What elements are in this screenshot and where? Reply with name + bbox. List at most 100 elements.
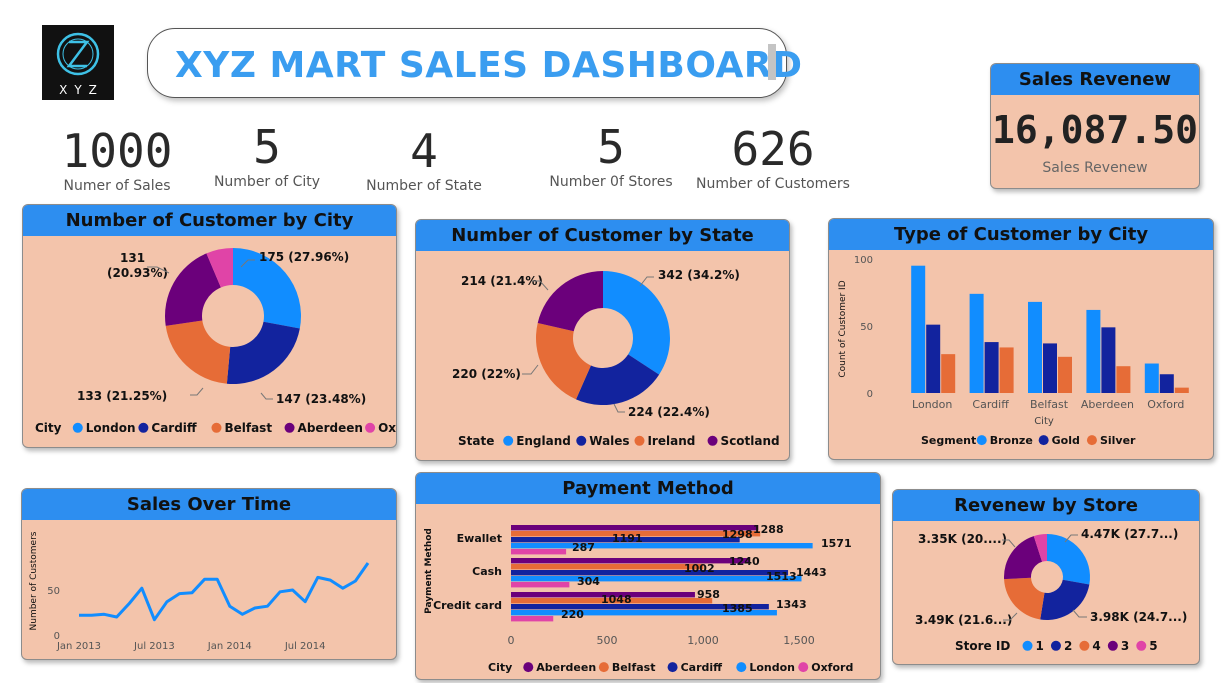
bar-silver (1058, 356, 1072, 393)
bar-bronze (911, 265, 926, 393)
legend-item: Wales (589, 434, 629, 448)
x-tick-label: Jul 2013 (133, 641, 175, 652)
data-label: 214 (21.4%) (461, 274, 543, 288)
state-donut-slice (603, 271, 670, 375)
legend-marker (1107, 640, 1118, 651)
bar-london (511, 543, 813, 549)
y-axis-title: Number of Customers (29, 531, 39, 630)
data-label: 133 (21.25%) (77, 389, 167, 403)
y-tick-label: 50 (47, 586, 60, 597)
legend-item: Bronze (990, 434, 1033, 447)
customer-type-by-city-chart: Count of Customer ID 0 50 100 London Cardiff B… (838, 255, 1189, 447)
legend-marker (667, 662, 678, 673)
legend-marker (1079, 640, 1090, 651)
bar-silver (1174, 387, 1189, 393)
store-donut-slice (1040, 579, 1090, 620)
legend-marker (736, 662, 747, 673)
legend-item: Belfast (224, 421, 272, 435)
dashboard-title: XYZ MART SALES DASHBOARD (175, 45, 803, 86)
data-label: 131 (120, 251, 145, 265)
legend-marker (634, 435, 645, 446)
kpi-number-of-stores: 5 Number 0f Stores (545, 124, 677, 190)
sales-over-time-chart: Number of Customers050Jan 2013 Jul 2013 Ja… (29, 531, 370, 652)
legend-item: Ireland (647, 434, 695, 448)
kpi-value: 1000 (61, 124, 173, 178)
x-tick-label: 1,500 (783, 634, 815, 647)
x-tick-label: Oxford (1147, 398, 1184, 411)
data-label: 1288 (753, 523, 784, 536)
x-tick-label: London (912, 398, 952, 411)
legend-marker (598, 662, 609, 673)
card-header: Sales Revenew (991, 64, 1199, 95)
payment-method-chart: Payment Method EwalletCashCredit card1288… (424, 523, 853, 674)
bar-gold (926, 324, 941, 393)
legend-title: State (458, 434, 494, 448)
legend-marker (1050, 640, 1061, 651)
data-label: 175 (27.96%) (259, 250, 349, 264)
data-label: 1298 (722, 528, 753, 541)
kpi-label: Number of Customers (696, 176, 850, 192)
sales-revenue-value: 16,087.50 (992, 108, 1198, 152)
kpi-value: 626 (731, 122, 815, 176)
x-tick-label: Jan 2014 (207, 641, 252, 652)
bar-gold (1101, 327, 1116, 393)
data-label: 4.47K (27.7...) (1081, 527, 1178, 541)
kpi-number-of-state: 4 Number of State (362, 128, 486, 194)
legend-title: Store ID (955, 639, 1010, 653)
kpi-number-of-sales: 1000 Numer of Sales (50, 128, 184, 194)
data-label: 1343 (776, 598, 807, 611)
xyz-logo-icon (56, 32, 100, 76)
legend-item: 4 (1092, 639, 1100, 653)
legend-item: Belfast (612, 661, 656, 674)
data-label: 220 (561, 608, 584, 621)
label-leader-line (190, 387, 204, 396)
sales-over-time-card: Sales Over Time Number of Customers 0 50 Ja… (21, 488, 397, 660)
legend-item: 1 (1036, 639, 1044, 653)
data-label: 1513 (766, 570, 797, 583)
legend-item: England (516, 434, 571, 448)
revenue-by-store-chart: 4.47K (27.7...) 3.98K (24.7...) 3.49K (21.… (915, 527, 1187, 653)
kpi-label: Number of State (366, 178, 482, 194)
legend-marker (138, 422, 149, 433)
x-tick-label: 1,000 (687, 634, 719, 647)
bar-gold (1159, 374, 1174, 393)
legend-item: Oxford (378, 421, 397, 435)
data-label: 147 (23.48%) (276, 392, 366, 406)
bar-bronze (1086, 309, 1101, 393)
kpi-number-of-customers: 626 Number of Customers (690, 126, 856, 192)
legend-item: London (86, 421, 136, 435)
kpi-label: Number of City (213, 174, 321, 190)
legend-item: Scotland (721, 434, 780, 448)
customer-type-by-city-card: Type of Customer by City Count of Custom… (828, 218, 1214, 460)
x-tick-label: Jul 2014 (284, 641, 326, 652)
dashboard-title-box: XYZ MART SALES DASHBOARD (147, 28, 802, 98)
xyz-logo: XYZ (42, 25, 114, 100)
customer-by-state-chart: 342 (34.2%) 224 (22.4%) 220 (22%) 214 (21.4… (452, 268, 780, 448)
legend-marker (1038, 435, 1049, 446)
data-label: 3.35K (20....) (918, 532, 1007, 546)
data-label: 3.98K (24.7...) (1090, 610, 1187, 624)
legend-marker (523, 662, 534, 673)
legend-marker (1086, 435, 1097, 446)
legend-marker (1136, 640, 1147, 651)
x-tick-label: Belfast (1030, 398, 1069, 411)
data-label: 220 (22%) (452, 367, 521, 381)
legend-marker (798, 662, 809, 673)
bar-bronze (1028, 301, 1042, 393)
legend-marker (976, 435, 987, 446)
legend-item: Gold (1052, 434, 1080, 447)
legend-title: Segment (921, 434, 976, 447)
legend-item: 2 (1064, 639, 1072, 653)
store-donut-slice (1047, 534, 1090, 585)
legend-marker (284, 422, 295, 433)
y-tick-label: 50 (860, 322, 873, 333)
legend-item: 5 (1149, 639, 1157, 653)
bar-gold (1043, 343, 1057, 393)
data-label: 1240 (729, 555, 760, 568)
bar-bronze (1144, 363, 1159, 393)
legend-item: Oxford (811, 661, 853, 674)
bar-oxford (511, 616, 554, 622)
bar-oxford (511, 549, 567, 555)
y-tick-label: Ewallet (457, 532, 502, 545)
y-tick-label: 100 (854, 255, 873, 266)
